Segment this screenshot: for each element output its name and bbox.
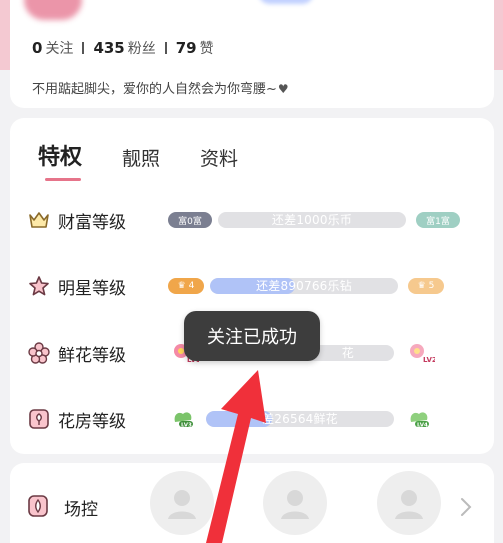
chevron-right-icon[interactable]	[460, 497, 472, 521]
badge-number: 4	[188, 281, 195, 291]
progress-text: 还差890766乐钻	[256, 279, 352, 293]
flowerhouse-icon	[28, 408, 50, 430]
tab-profile-info[interactable]: 资料	[200, 144, 238, 171]
level-row-wealth[interactable]: 财富等级 富0富 还差1000乐币 富1富	[28, 205, 466, 235]
active-tab-indicator	[45, 178, 81, 181]
user-icon	[395, 490, 423, 519]
user-icon	[168, 490, 196, 519]
level-label-wealth: 财富等级	[58, 212, 126, 233]
admin-avatar-placeholder[interactable]	[150, 471, 214, 535]
shield-icon	[27, 494, 49, 522]
toast-message: 关注已成功	[184, 311, 320, 361]
heart-icon: ♥	[277, 82, 289, 96]
toast-text: 关注已成功	[207, 327, 297, 348]
admin-avatar-placeholder[interactable]	[263, 471, 327, 535]
level-row-star[interactable]: 明星等级 ♛ 4 还差890766乐钻 ♛ 5	[28, 271, 450, 301]
flowerhouse-progress-bar: 差26564鲜花	[206, 411, 394, 427]
admin-avatar-placeholder[interactable]	[377, 471, 441, 535]
wealth-level-current-badge: 富0富	[168, 212, 212, 228]
level-label-flowerhouse: 花房等级	[58, 411, 126, 432]
badge-text: LV4	[417, 423, 428, 429]
profile-stats: 0 关注 435 粉丝 79 赞	[32, 37, 214, 59]
field-control-label: 场控	[64, 500, 98, 520]
star-progress-bar: 还差890766乐钻	[210, 278, 398, 294]
fans-count[interactable]: 435	[93, 39, 124, 57]
divider	[82, 42, 85, 54]
level-row-flowerhouse[interactable]: 花房等级 LV3 差26564鲜花 LV4	[28, 404, 442, 434]
following-count[interactable]: 0	[32, 39, 42, 57]
star-level-next-badge: ♛ 5	[408, 278, 444, 294]
tab-privilege[interactable]: 特权	[38, 139, 82, 171]
progress-text: 差26564鲜花	[262, 412, 338, 426]
star-icon	[28, 275, 50, 297]
profile-tag	[258, 0, 314, 4]
profile-tabs: 特权 靓照 资料	[38, 139, 278, 171]
fans-label[interactable]: 粉丝	[128, 38, 156, 58]
badge-number: 5	[428, 281, 435, 291]
flower-icon	[28, 342, 50, 364]
flowerhouse-level-next-badge: LV4	[404, 407, 436, 431]
likes-count: 79	[175, 39, 197, 57]
avatar[interactable]	[24, 0, 82, 20]
level-label-flower: 鲜花等级	[58, 345, 126, 366]
badge-text: LV3	[181, 423, 192, 429]
following-label[interactable]: 关注	[45, 38, 73, 58]
tab-photos[interactable]: 靓照	[122, 144, 160, 171]
divider	[164, 42, 167, 54]
badge-text: LV2	[423, 356, 435, 364]
likes-label: 赞	[199, 41, 214, 57]
level-label-star: 明星等级	[58, 278, 126, 299]
flower-level-next-badge: LV2	[404, 341, 436, 365]
flowerhouse-level-current-badge: LV3	[168, 407, 200, 431]
wealth-progress-bar: 还差1000乐币	[218, 212, 406, 228]
crown-icon	[28, 209, 50, 231]
profile-bio: 不用踮起脚尖，爱你的人自然会为你弯腰~♥	[32, 78, 289, 97]
crown-icon: ♛	[417, 281, 426, 291]
crown-icon: ♛	[177, 281, 186, 291]
progress-text: 还差1000乐币	[271, 213, 353, 227]
bio-text: 不用踮起脚尖，爱你的人自然会为你弯腰~	[32, 82, 277, 97]
user-icon	[281, 490, 309, 519]
star-level-current-badge: ♛ 4	[168, 278, 204, 294]
wealth-level-next-badge: 富1富	[416, 212, 460, 228]
